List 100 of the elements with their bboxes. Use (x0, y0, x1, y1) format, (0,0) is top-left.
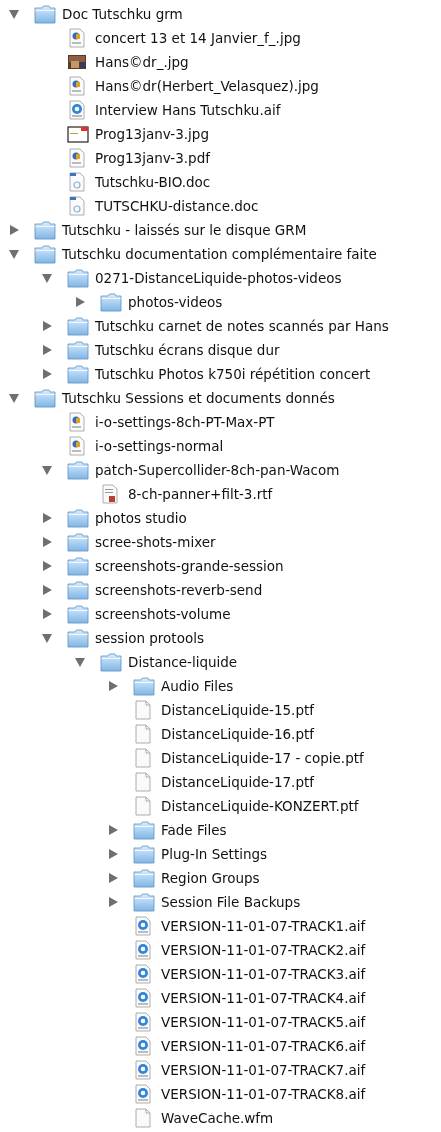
folder-name[interactable]: photos-videos (128, 291, 223, 313)
folder-icon (100, 292, 122, 312)
file-name[interactable]: Prog13janv-3.pdf (95, 147, 210, 169)
blank-document-icon (133, 796, 153, 816)
file-name[interactable]: Prog13janv-3.jpg (95, 123, 209, 145)
folder-name[interactable]: Tutschku - laissés sur le disque GRM (62, 219, 307, 241)
folder-name[interactable]: Distance-liquide (128, 651, 238, 673)
expanded-triangle-icon[interactable] (74, 656, 86, 668)
folder-name[interactable]: Fade Files (161, 819, 227, 841)
folder-name[interactable]: screenshots-reverb-send (95, 579, 263, 601)
file-name[interactable]: VERSION-11-01-07-TRACK1.aif (161, 915, 366, 937)
file-name[interactable]: DistanceLiquide-16.ptf (161, 723, 314, 745)
file-name[interactable]: VERSION-11-01-07-TRACK6.aif (161, 1035, 366, 1057)
audio-file-icon (133, 964, 153, 984)
folder-icon (100, 652, 122, 672)
file-name[interactable]: i-o-settings-8ch-PT-Max-PT (95, 411, 275, 433)
folder-icon (67, 460, 89, 480)
folder-name[interactable]: screenshots-grande-session (95, 555, 284, 577)
image-file-icon (67, 76, 87, 96)
folder-name[interactable]: screenshots-volume (95, 603, 231, 625)
folder-name[interactable]: Audio Files (161, 675, 234, 697)
collapsed-triangle-icon[interactable] (107, 824, 119, 836)
folder-name[interactable]: session protools (95, 627, 204, 649)
expanded-triangle-icon[interactable] (8, 248, 20, 260)
collapsed-triangle-icon[interactable] (107, 872, 119, 884)
folder-icon (133, 820, 155, 840)
file-name[interactable]: DistanceLiquide-KONZERT.ptf (161, 795, 359, 817)
collapsed-triangle-icon[interactable] (107, 896, 119, 908)
folder-name[interactable]: Session File Backups (161, 891, 301, 913)
collapsed-triangle-icon[interactable] (107, 680, 119, 692)
audio-file-icon (133, 1084, 153, 1104)
text-document-icon (67, 172, 87, 192)
blank-document-icon (133, 772, 153, 792)
blank-document-icon (133, 700, 153, 720)
image-file-icon (67, 28, 87, 48)
expanded-triangle-icon[interactable] (41, 272, 53, 284)
file-name[interactable]: DistanceLiquide-17.ptf (161, 771, 314, 793)
document-file-icon (67, 124, 89, 144)
folder-name[interactable]: Plug-In Settings (161, 843, 268, 865)
folder-icon (67, 580, 89, 600)
audio-file-icon (133, 916, 153, 936)
collapsed-triangle-icon[interactable] (41, 344, 53, 356)
folder-name[interactable]: 0271-DistanceLiquide-photos-videos (95, 267, 342, 289)
file-name[interactable]: VERSION-11-01-07-TRACK4.aif (161, 987, 366, 1009)
file-name[interactable]: 8-ch-panner+filt-3.rtf (128, 483, 273, 505)
collapsed-triangle-icon[interactable] (41, 584, 53, 596)
file-name[interactable]: concert 13 et 14 Janvier_f_.jpg (95, 27, 301, 49)
file-name[interactable]: DistanceLiquide-15.ptf (161, 699, 314, 721)
folder-name[interactable]: patch-Supercollider-8ch-pan-Wacom (95, 459, 340, 481)
photo-file-icon (67, 52, 87, 72)
file-name[interactable]: Hans©dr(Herbert_Velasquez).jpg (95, 75, 319, 97)
folder-name[interactable]: Tutschku documentation complémentaire faite (62, 243, 377, 265)
folder-name[interactable]: Region Groups (161, 867, 260, 889)
folder-name[interactable]: Tutschku Photos k750i répétition concert (95, 363, 371, 385)
file-name[interactable]: DistanceLiquide-17 - copie.ptf (161, 747, 364, 769)
collapsed-triangle-icon[interactable] (41, 368, 53, 380)
image-file-icon (67, 412, 87, 432)
collapsed-triangle-icon[interactable] (41, 320, 53, 332)
folder-name[interactable]: Tutschku Sessions et documents donnés (62, 387, 335, 409)
collapsed-triangle-icon[interactable] (41, 608, 53, 620)
file-name[interactable]: Hans©dr_.jpg (95, 51, 189, 73)
collapsed-triangle-icon[interactable] (41, 536, 53, 548)
folder-name[interactable]: scree-shots-mixer (95, 531, 216, 553)
folder-name[interactable]: Doc Tutschku grm (62, 3, 183, 25)
collapsed-triangle-icon[interactable] (74, 296, 86, 308)
text-document-icon (100, 484, 120, 504)
collapsed-triangle-icon[interactable] (107, 848, 119, 860)
blank-document-icon (133, 724, 153, 744)
file-name[interactable]: VERSION-11-01-07-TRACK2.aif (161, 939, 366, 961)
folder-icon (67, 628, 89, 648)
expanded-triangle-icon[interactable] (41, 464, 53, 476)
folder-icon (67, 604, 89, 624)
file-name[interactable]: VERSION-11-01-07-TRACK3.aif (161, 963, 366, 985)
file-name[interactable]: VERSION-11-01-07-TRACK7.aif (161, 1059, 366, 1081)
folder-name[interactable]: Tutschku carnet de notes scannés par Hans (95, 315, 389, 337)
folder-name[interactable]: Tutschku écrans disque dur (95, 339, 280, 361)
file-name[interactable]: TUTSCHKU-distance.doc (95, 195, 259, 217)
collapsed-triangle-icon[interactable] (41, 512, 53, 524)
audio-file-icon (133, 988, 153, 1008)
folder-icon (34, 388, 56, 408)
file-name[interactable]: VERSION-11-01-07-TRACK5.aif (161, 1011, 366, 1033)
folder-icon (67, 556, 89, 576)
folder-icon (133, 676, 155, 696)
collapsed-triangle-icon[interactable] (8, 224, 20, 236)
blank-document-icon (133, 748, 153, 768)
folder-icon (34, 220, 56, 240)
folder-icon (67, 364, 89, 384)
file-name[interactable]: Interview Hans Tutschku.aif (95, 99, 281, 121)
file-name[interactable]: VERSION-11-01-07-TRACK8.aif (161, 1083, 366, 1105)
folder-name[interactable]: photos studio (95, 507, 187, 529)
file-name[interactable]: i-o-settings-normal (95, 435, 224, 457)
folder-icon (133, 892, 155, 912)
expanded-triangle-icon[interactable] (8, 8, 20, 20)
file-name[interactable]: Tutschku-BIO.doc (95, 171, 211, 193)
file-name[interactable]: WaveCache.wfm (161, 1107, 274, 1129)
collapsed-triangle-icon[interactable] (41, 560, 53, 572)
expanded-triangle-icon[interactable] (41, 632, 53, 644)
audio-file-icon (133, 1012, 153, 1032)
expanded-triangle-icon[interactable] (8, 392, 20, 404)
text-document-icon (67, 196, 87, 216)
